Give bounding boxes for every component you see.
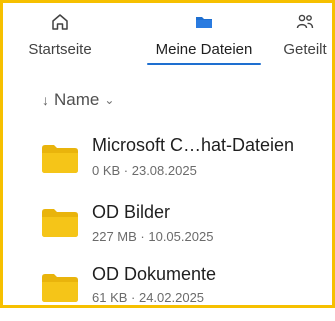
- home-icon: [50, 12, 70, 32]
- tab-home[interactable]: Startseite: [18, 0, 102, 70]
- file-name: OD Bilder: [92, 202, 171, 222]
- tab-my-files[interactable]: Meine Dateien: [137, 0, 271, 70]
- folder-icon: [194, 12, 214, 32]
- people-icon: [295, 12, 315, 32]
- file-name: Microsoft C…hat-Dateien: [92, 135, 295, 155]
- file-meta: 227 MB · 10.05.2025: [92, 229, 214, 244]
- list-item[interactable]: OD Dokumente 61 KB · 24.02.2025: [0, 261, 335, 321]
- tab-home-label: Startseite: [28, 41, 92, 58]
- chevron-down-icon: ⌄: [104, 93, 115, 107]
- folder-icon: [42, 274, 78, 302]
- file-name: OD Dokumente: [92, 264, 217, 284]
- tab-shared[interactable]: Geteilt: [272, 0, 335, 70]
- folder-icon: [42, 145, 78, 173]
- active-tab-indicator: [147, 63, 261, 65]
- list-item[interactable]: OD Bilder 227 MB · 10.05.2025: [0, 197, 335, 257]
- sort-by-name-button[interactable]: ↓ Name ⌄: [42, 89, 114, 111]
- folder-icon: [42, 209, 78, 237]
- file-meta: 0 KB · 23.08.2025: [92, 163, 197, 178]
- arrow-down-icon: ↓: [42, 92, 49, 108]
- tab-bar: Startseite Meine Dateien Geteilt: [0, 0, 335, 70]
- tab-my-files-label: Meine Dateien: [155, 41, 253, 58]
- file-meta: 61 KB · 24.02.2025: [92, 290, 205, 305]
- tab-shared-label: Geteilt: [283, 41, 327, 58]
- sort-label: Name: [54, 90, 100, 109]
- list-item[interactable]: Microsoft C…hat-Dateien 0 KB · 23.08.202…: [0, 130, 335, 190]
